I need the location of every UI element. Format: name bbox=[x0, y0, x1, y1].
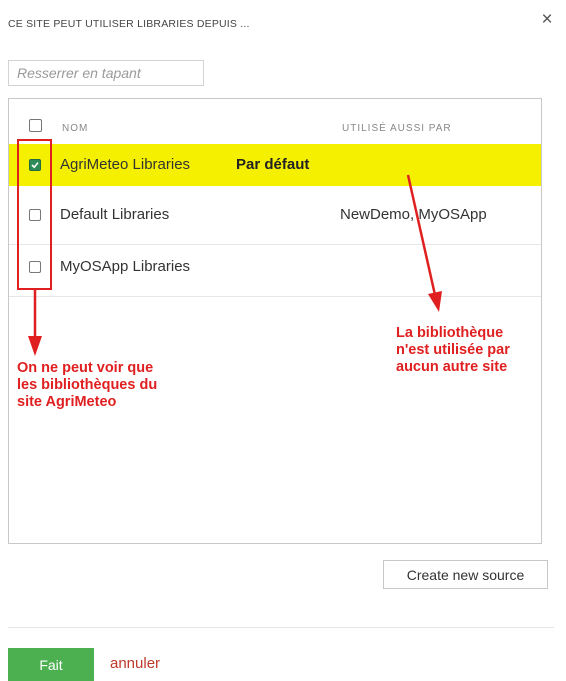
dialog-title: CE SITE PEUT UTILISER LIBRARIES DEPUIS .… bbox=[8, 18, 250, 30]
row-used-by: NewDemo, MyOSApp bbox=[340, 206, 487, 223]
close-icon[interactable]: × bbox=[536, 9, 558, 31]
footer-divider bbox=[8, 627, 554, 628]
row-name: MyOSApp Libraries bbox=[60, 258, 191, 275]
table-row-default[interactable]: Default Libraries NewDemo, MyOSApp bbox=[9, 194, 541, 236]
filter-input[interactable] bbox=[8, 60, 204, 86]
column-header-name: NOM bbox=[62, 123, 89, 134]
row-name: Default Libraries bbox=[60, 206, 170, 223]
row-name: AgriMeteo Libraries bbox=[60, 156, 191, 173]
column-header-used-by: UTILISÉ AUSSI PAR bbox=[342, 123, 452, 134]
row-divider bbox=[9, 296, 541, 297]
annotation-left-note: On ne peut voir que les bibliothèques du… bbox=[17, 360, 158, 410]
select-all-checkbox[interactable] bbox=[29, 119, 42, 132]
table-row-myosapp[interactable]: MyOSApp Libraries bbox=[9, 246, 541, 288]
cancel-link[interactable]: annuler bbox=[110, 655, 160, 672]
default-badge: Par défaut bbox=[236, 156, 310, 173]
row-divider bbox=[9, 244, 541, 245]
table-row-agrimeteo[interactable]: AgriMeteo Libraries Par défaut bbox=[9, 144, 541, 186]
library-list: NOM UTILISÉ AUSSI PAR AgriMeteo Librarie… bbox=[8, 98, 542, 544]
done-button[interactable]: Fait bbox=[8, 648, 94, 681]
create-new-source-button[interactable]: Create new source bbox=[383, 560, 548, 589]
annotation-right-note: La bibliothèque n'est utilisée par aucun… bbox=[396, 325, 510, 375]
annotation-highlight-box bbox=[17, 139, 52, 290]
